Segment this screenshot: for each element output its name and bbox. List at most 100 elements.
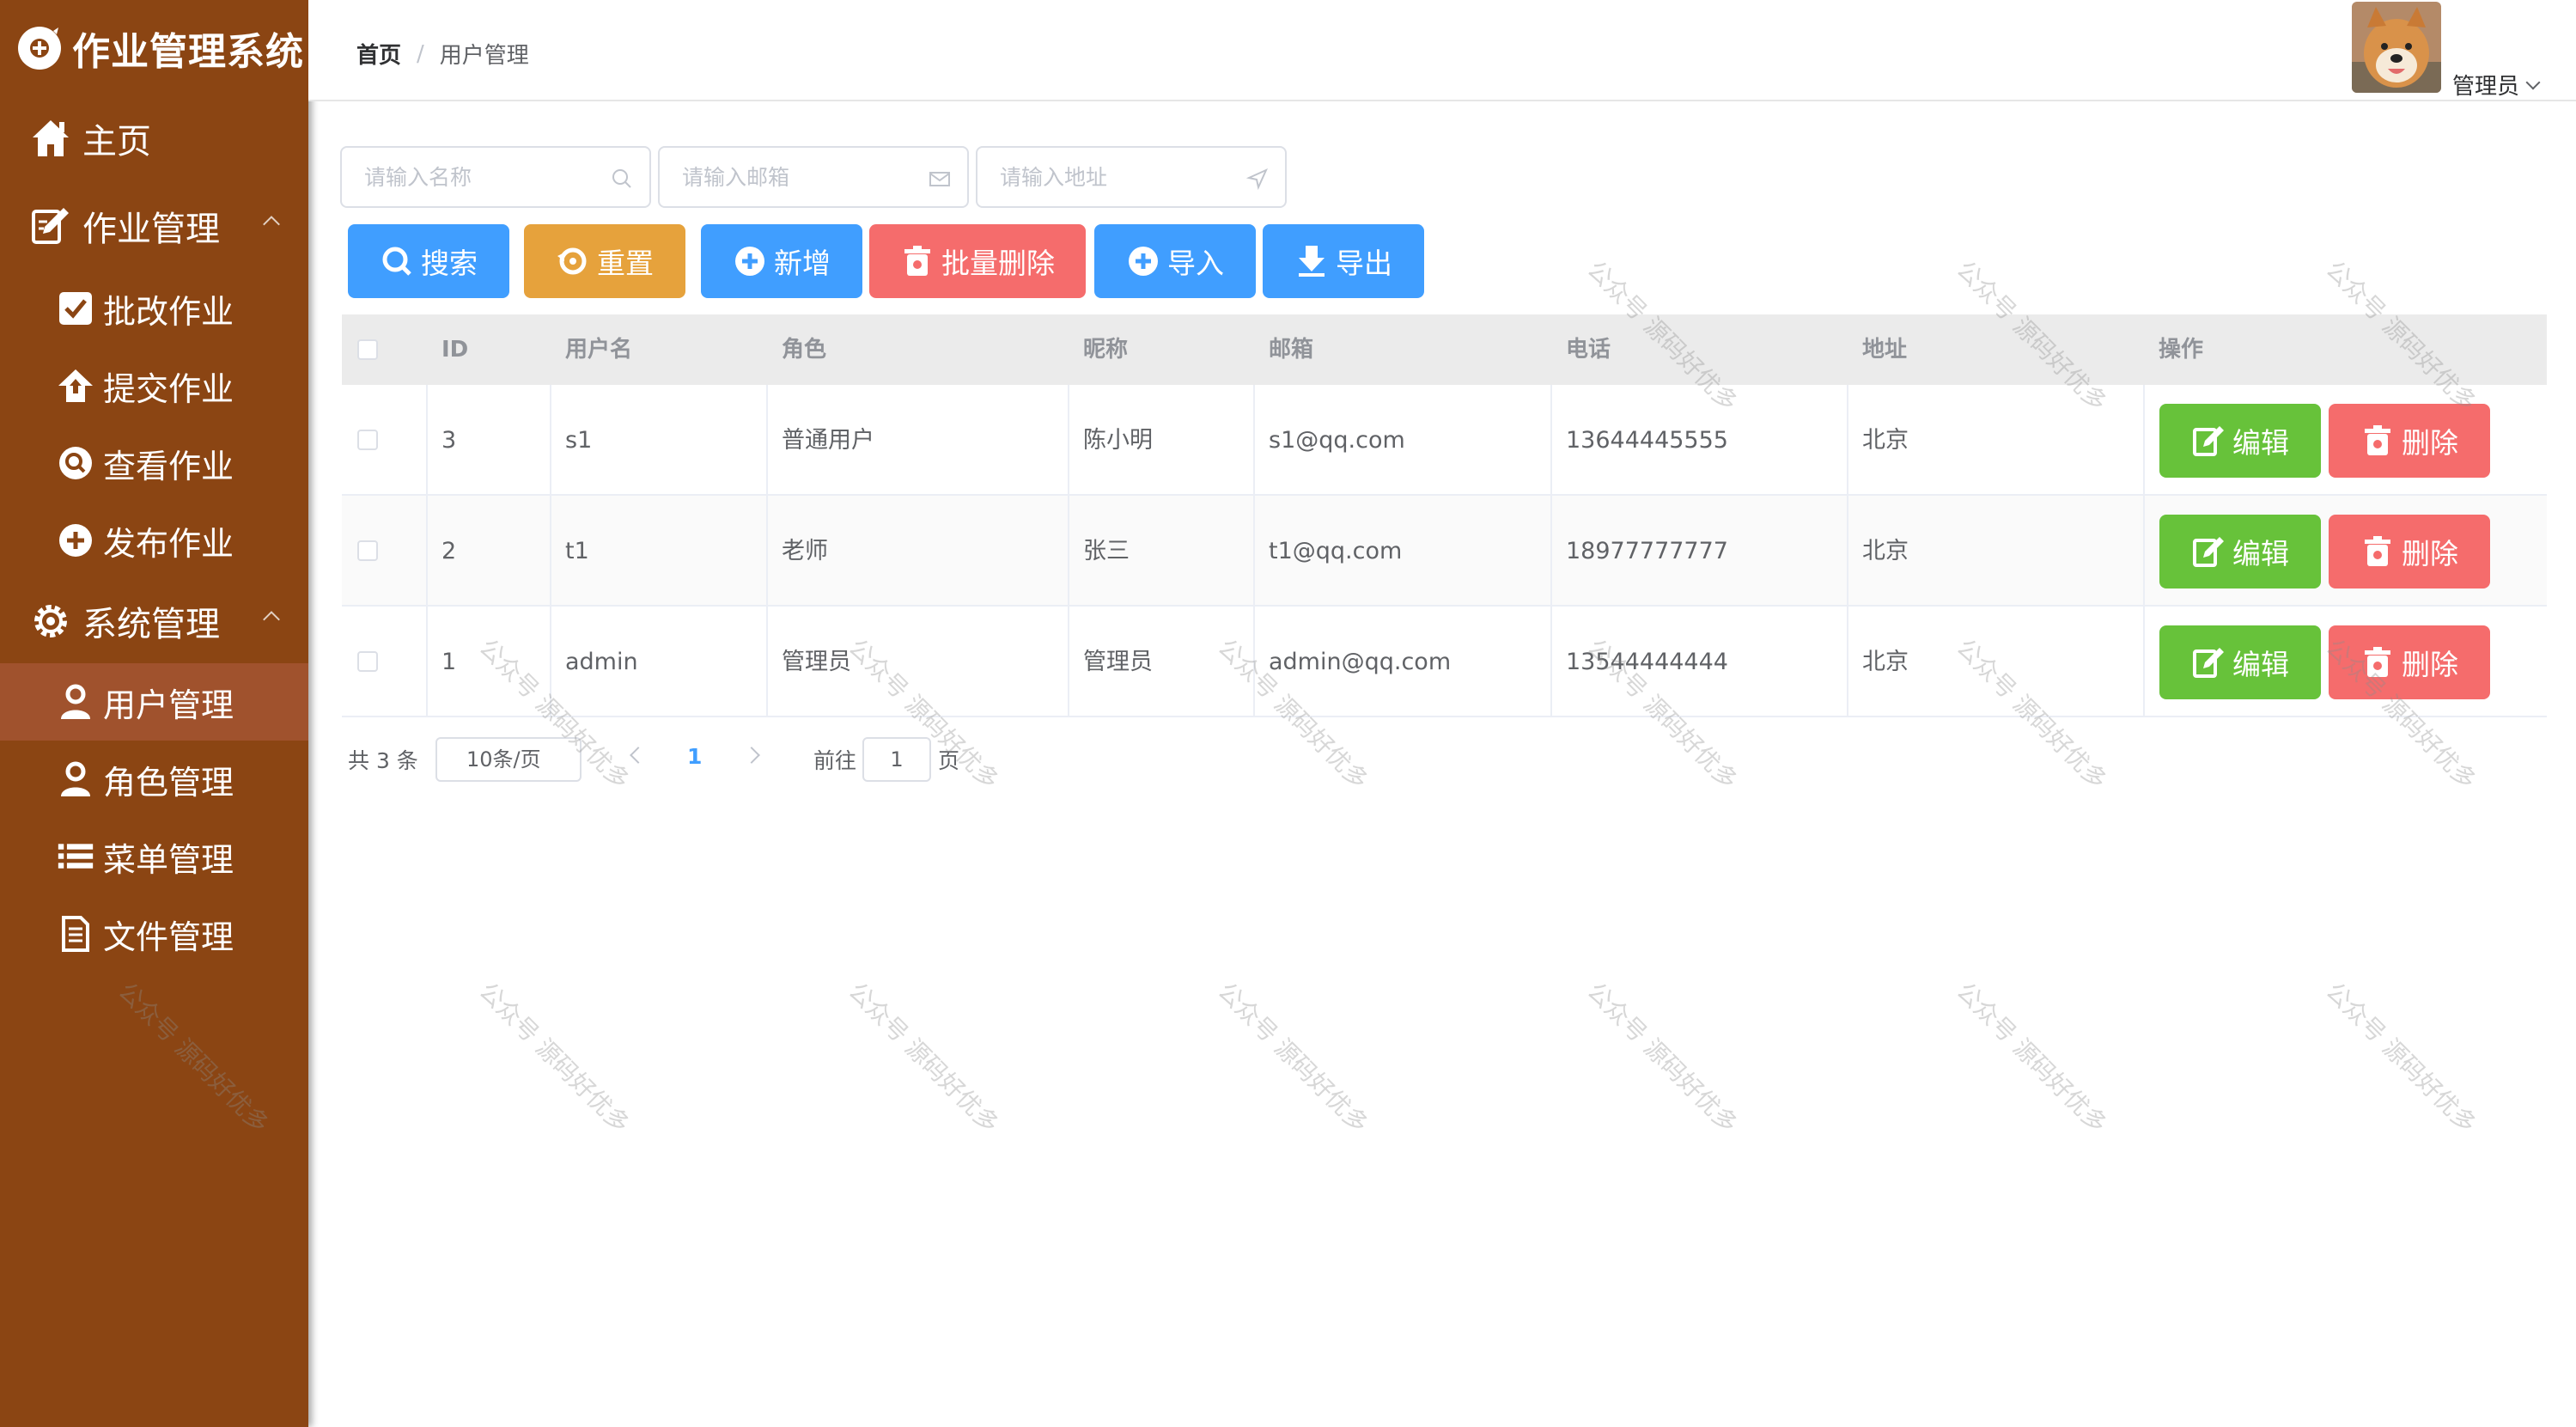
row-checkbox[interactable] [357, 651, 378, 672]
sidebar-item-files[interactable]: 文件管理 [0, 895, 308, 973]
cell-nickname: 张三 [1083, 538, 1130, 564]
top-header: 首页 / 用户管理 管理员 [308, 0, 2576, 101]
edit-button[interactable]: 编辑 [2159, 625, 2321, 699]
prev-page-icon[interactable] [630, 747, 647, 764]
watermark: 公众号 源码好优多 [843, 977, 1005, 1139]
search-icon [382, 247, 411, 276]
edit-button-label: 编辑 [2232, 648, 2289, 681]
watermark: 公众号 源码好优多 [1951, 977, 2113, 1139]
import-icon [1129, 247, 1158, 276]
export-button[interactable]: 导出 [1263, 224, 1424, 298]
delete-button[interactable]: 删除 [2329, 625, 2490, 699]
location-arrow-icon [1245, 168, 1268, 191]
cell-address: 北京 [1862, 538, 1909, 564]
sidebar: 作业管理系统 主页 作业管理 批改作业 提交作业 查看作业 发布作业 系统管理 … [0, 0, 308, 1427]
sidebar-item-menus[interactable]: 菜单管理 [0, 818, 308, 895]
edit-icon [2193, 537, 2224, 567]
chevron-up-icon [263, 611, 280, 628]
edit-button-label: 编辑 [2232, 426, 2289, 460]
import-button[interactable]: 导入 [1094, 224, 1256, 298]
mail-icon [929, 172, 950, 186]
goto-page-input[interactable]: 1 [862, 737, 931, 782]
name-search-input[interactable] [342, 164, 591, 190]
sidebar-item-view-homework[interactable]: 查看作业 [0, 424, 308, 502]
cell-address: 北京 [1862, 649, 1909, 675]
checkbox-icon [57, 290, 94, 327]
avatar[interactable] [2352, 2, 2441, 93]
cell-phone: 13644445555 [1566, 427, 1728, 454]
sidebar-group-system[interactable]: 系统管理 [0, 582, 308, 660]
cell-email: t1@qq.com [1269, 538, 1403, 564]
page-number-current[interactable]: 1 [687, 744, 702, 769]
table-row[interactable]: 2 t1 老师 张三 t1@qq.com 18977777777 北京 编辑 删… [342, 496, 2547, 607]
column-header: 昵称 [1083, 337, 1129, 363]
batch-delete-button[interactable]: 批量删除 [869, 224, 1086, 298]
file-icon [57, 915, 94, 953]
address-search-field [976, 146, 1287, 208]
search-button[interactable]: 搜索 [348, 224, 509, 298]
column-header: 电话 [1566, 337, 1611, 363]
delete-button[interactable]: 删除 [2329, 515, 2490, 588]
cell-id: 1 [442, 649, 457, 675]
sidebar-item-label: 文件管理 [103, 918, 234, 956]
next-page-icon[interactable] [743, 747, 760, 764]
sidebar-item-roles[interactable]: 角色管理 [0, 741, 308, 818]
delete-button-label: 删除 [2402, 426, 2458, 460]
trash-icon [2365, 647, 2390, 677]
column-header: 地址 [1862, 337, 1908, 363]
table-row[interactable]: 3 s1 普通用户 陈小明 s1@qq.com 13644445555 北京 编… [342, 385, 2547, 496]
sidebar-item-label: 发布作业 [103, 524, 234, 563]
goto-label: 前往 [813, 748, 857, 773]
import-button-label: 导入 [1167, 247, 1224, 280]
sidebar-item-label: 用户管理 [103, 686, 234, 724]
cell-email: admin@qq.com [1269, 649, 1452, 675]
row-checkbox[interactable] [357, 430, 378, 450]
sidebar-item-label: 主页 [82, 122, 151, 162]
cell-username: admin [565, 649, 638, 675]
search-icon [612, 169, 631, 188]
user-menu[interactable]: 管理员 [2452, 69, 2541, 101]
edit-button[interactable]: 编辑 [2159, 515, 2321, 588]
delete-button-label: 删除 [2402, 537, 2458, 570]
sidebar-item-label: 菜单管理 [103, 840, 234, 879]
add-button-label: 新增 [774, 247, 831, 280]
reset-icon [557, 247, 587, 275]
page-size-select[interactable]: 10条/页 [435, 737, 582, 782]
address-search-input[interactable] [977, 164, 1227, 190]
email-search-input[interactable] [660, 164, 909, 190]
cell-nickname: 管理员 [1083, 649, 1153, 675]
home-icon [29, 117, 72, 160]
cell-username: s1 [565, 427, 593, 454]
app-title: 作业管理系统 [72, 30, 304, 74]
sidebar-item-label: 查看作业 [103, 447, 234, 485]
sidebar-item-label: 作业管理 [82, 210, 220, 249]
delete-button[interactable]: 删除 [2329, 404, 2490, 478]
logo-icon [18, 27, 61, 70]
breadcrumb-home[interactable]: 首页 [356, 38, 401, 70]
search-circle-icon [57, 444, 94, 482]
app-logo[interactable]: 作业管理系统 [15, 17, 304, 79]
table-row[interactable]: 1 admin 管理员 管理员 admin@qq.com 13544444444… [342, 607, 2547, 717]
chevron-up-icon [263, 216, 280, 233]
cell-id: 2 [442, 538, 457, 564]
cell-role: 老师 [782, 538, 828, 564]
sidebar-item-users[interactable]: 用户管理 [0, 663, 308, 741]
cell-role: 普通用户 [782, 427, 874, 454]
reset-button[interactable]: 重置 [524, 224, 685, 298]
column-header: 用户名 [565, 337, 633, 363]
cell-phone: 13544444444 [1566, 649, 1728, 675]
user-name: 管理员 [2452, 74, 2520, 100]
sidebar-item-publish-homework[interactable]: 发布作业 [0, 502, 308, 579]
row-checkbox[interactable] [357, 540, 378, 561]
select-all-checkbox[interactable] [357, 339, 378, 360]
sidebar-item-home[interactable]: 主页 [0, 100, 308, 177]
add-button[interactable]: 新增 [701, 224, 862, 298]
watermark: 公众号 源码好优多 [2320, 977, 2482, 1139]
sidebar-item-grade-homework[interactable]: 批改作业 [0, 270, 308, 347]
watermark: 公众号 源码好优多 [1212, 977, 1374, 1139]
sidebar-item-submit-homework[interactable]: 提交作业 [0, 347, 308, 424]
reset-button-label: 重置 [597, 247, 654, 280]
edit-button[interactable]: 编辑 [2159, 404, 2321, 478]
sidebar-group-homework[interactable]: 作业管理 [0, 187, 308, 265]
breadcrumb: 首页 / 用户管理 [356, 38, 529, 70]
